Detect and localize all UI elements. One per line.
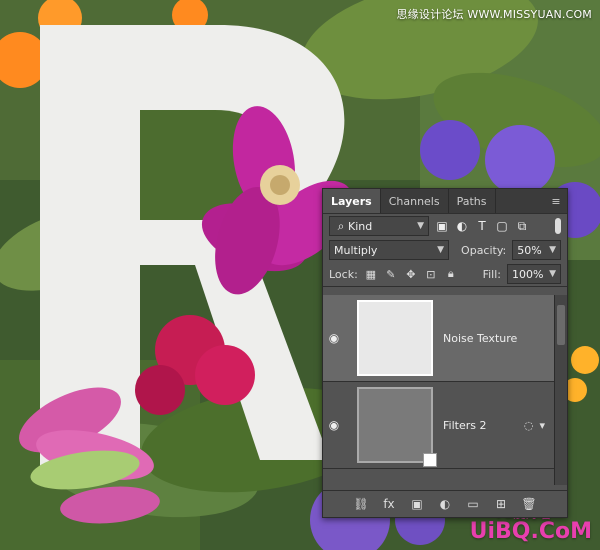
add-mask-icon[interactable]: ▣ (409, 496, 425, 512)
watermark-top: 思缘设计论坛 WWW.MISSYUAN.COM (396, 8, 592, 21)
trash-icon[interactable]: 🗑︎ (521, 496, 537, 512)
shape-layer-filter-icon[interactable]: ▢ (495, 219, 509, 233)
search-icon: ⌕ (337, 218, 345, 233)
lock-position-icon[interactable]: ✥ (404, 267, 418, 281)
smart-object-filter-icon[interactable]: ⧉ (515, 219, 529, 233)
blend-mode-dropdown[interactable]: Multiply ▼ (329, 240, 450, 260)
chevron-down-icon: ▼ (417, 221, 424, 231)
panel-tabs: Layers Channels Paths ≡ (323, 189, 567, 214)
filter-toggle[interactable] (555, 218, 561, 234)
lock-transparent-icon[interactable]: ▦ (364, 267, 378, 281)
panel-bottom-bar: ⛓ fx ▣ ◐ ▭ ⊞ 🗑︎ (323, 490, 567, 517)
layer-row[interactable]: ◉ Filters 2 ◌ ▾ (323, 382, 555, 469)
pixel-layer-filter-icon[interactable]: ▣ (435, 219, 449, 233)
chevron-down-icon: ▼ (549, 245, 556, 255)
tab-paths[interactable]: Paths (449, 189, 496, 213)
kind-filter-dropdown[interactable]: ⌕ Kind ▼ (329, 216, 429, 236)
blend-mode-value: Multiply (334, 243, 378, 257)
fill-input[interactable]: 100% ▼ (507, 264, 561, 284)
chevron-down-icon[interactable]: ▾ (539, 419, 545, 432)
watermark-logo: UiBQ.CoM (469, 519, 592, 544)
eye-icon[interactable]: ◉ (323, 331, 345, 345)
blend-row: Multiply ▼ Opacity: 50% ▼ (323, 238, 567, 262)
tab-layers[interactable]: Layers (323, 189, 381, 213)
fill-value: 100% (512, 267, 544, 281)
lock-label: Lock: (329, 267, 358, 281)
group-folder-icon[interactable]: ▭ (465, 496, 481, 512)
layers-list: ◉ Noise Texture ◉ Filters 2 ◌ ▾ (323, 295, 555, 485)
filter-icons: ▣ ◐ T ▢ ⧉ (435, 219, 529, 234)
adjustment-layer-icon[interactable]: ◐ (437, 496, 453, 512)
layer-thumbnail[interactable] (357, 300, 433, 376)
layers-scrollbar[interactable] (554, 295, 567, 485)
layer-name[interactable]: Noise Texture (443, 332, 517, 345)
panel-menu-icon[interactable]: ≡ (545, 189, 567, 213)
opacity-label: Opacity: (461, 243, 507, 257)
smart-filters-icon[interactable]: ◌ (524, 419, 534, 432)
fx-icon[interactable]: fx (381, 496, 397, 512)
type-layer-filter-icon[interactable]: T (475, 219, 489, 233)
layer-name[interactable]: Filters 2 (443, 419, 486, 432)
layer-row[interactable]: ◉ Noise Texture (323, 295, 555, 382)
lock-icons: ▦ ✎ ✥ ⊡ 🔒︎ (364, 267, 458, 281)
layer-thumbnail[interactable] (357, 387, 437, 467)
lock-paint-icon[interactable]: ✎ (384, 267, 398, 281)
layer-badges: ◌ ▾ (524, 419, 545, 432)
link-layers-icon[interactable]: ⛓ (353, 496, 369, 512)
chevron-down-icon: ▼ (549, 269, 556, 279)
adjustment-layer-filter-icon[interactable]: ◐ (455, 219, 469, 233)
layers-panel: Layers Channels Paths ≡ ⌕ Kind ▼ ▣ ◐ T ▢… (322, 188, 568, 518)
lock-artboard-icon[interactable]: ⊡ (424, 267, 438, 281)
tab-channels[interactable]: Channels (381, 189, 449, 213)
smart-object-badge-icon (423, 453, 437, 467)
opacity-value: 50% (517, 243, 542, 257)
kind-filter-value: Kind (348, 219, 373, 233)
lock-all-icon[interactable]: 🔒︎ (444, 267, 458, 281)
layer-row[interactable] (323, 469, 555, 485)
eye-icon[interactable]: ◉ (323, 418, 345, 432)
filter-row: ⌕ Kind ▼ ▣ ◐ T ▢ ⧉ (323, 214, 567, 238)
chevron-down-icon: ▼ (437, 245, 445, 255)
opacity-input[interactable]: 50% ▼ (512, 240, 561, 260)
new-layer-icon[interactable]: ⊞ (493, 496, 509, 512)
scrollbar-thumb[interactable] (557, 305, 565, 345)
lock-row: Lock: ▦ ✎ ✥ ⊡ 🔒︎ Fill: 100% ▼ (323, 262, 567, 287)
fill-label: Fill: (482, 267, 501, 281)
tabs-spacer (496, 189, 545, 213)
